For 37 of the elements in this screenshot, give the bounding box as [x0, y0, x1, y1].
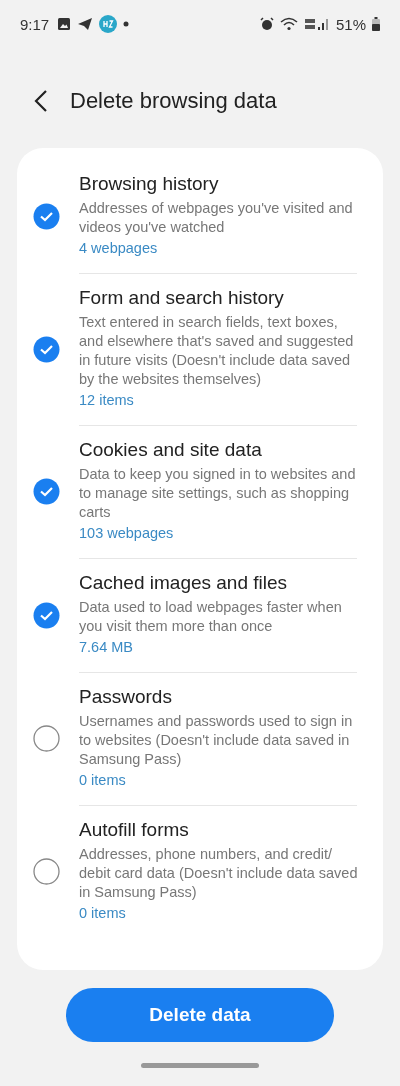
paper-plane-icon: [77, 17, 94, 31]
option-count: 4 webpages: [79, 239, 159, 258]
option-description: Usernames and passwords used to sign in to websites (Doesn't include data saved in Samsung Pass): [79, 712, 354, 769]
checkbox[interactable]: [32, 478, 60, 505]
option-title: Passwords: [79, 686, 173, 708]
option-description: Addresses, phone numbers, and credit/ debit card data (Doesn't include data saved in Samsung Pass): [79, 845, 359, 902]
checkbox[interactable]: [32, 601, 60, 629]
status-time: 9:17: [20, 15, 50, 33]
option-title: Cookies and site data: [79, 439, 263, 461]
checkbox[interactable]: [32, 335, 60, 363]
delete-data-button[interactable]: Delete data: [66, 988, 334, 1042]
option-count: 0 items: [79, 771, 127, 790]
checkbox[interactable]: [32, 725, 60, 752]
option-description: Text entered in search fields, text boxes, and elsewhere that's saved and suggested in future visits (Doesn't include data saved by the websites themselves): [79, 313, 355, 389]
page-title: Delete browsing data: [70, 88, 277, 114]
option-description: Addresses of webpages you've visited and videos you've watched: [79, 199, 354, 237]
option-title: Form and search history: [79, 287, 285, 309]
battery-percentage: 51%: [335, 15, 366, 33]
option-description: Data to keep you signed in to websites and to manage site settings, such as shopping carts: [79, 465, 357, 522]
option-count: 12 items: [79, 391, 135, 410]
option-count: 0 items: [79, 904, 127, 923]
option-title: Cached images and files: [79, 572, 289, 594]
option-description: Data used to load webpages faster when you visit them more than once: [79, 598, 343, 636]
wifi-icon: [279, 17, 298, 31]
option-title: Autofill forms: [79, 819, 190, 841]
alarm-icon: [259, 17, 274, 31]
option-title: Browsing history: [79, 173, 220, 195]
back-icon[interactable]: [34, 89, 48, 113]
signal-icon: [303, 17, 330, 31]
checkbox[interactable]: [32, 202, 60, 230]
image-icon: [57, 17, 72, 31]
dot-icon: [123, 21, 130, 27]
checkbox[interactable]: [32, 858, 60, 885]
app-badge-icon: [99, 15, 118, 33]
option-count: 103 webpages: [79, 524, 175, 543]
battery-icon: [372, 17, 380, 31]
option-count: 7.64 MB: [79, 638, 134, 657]
